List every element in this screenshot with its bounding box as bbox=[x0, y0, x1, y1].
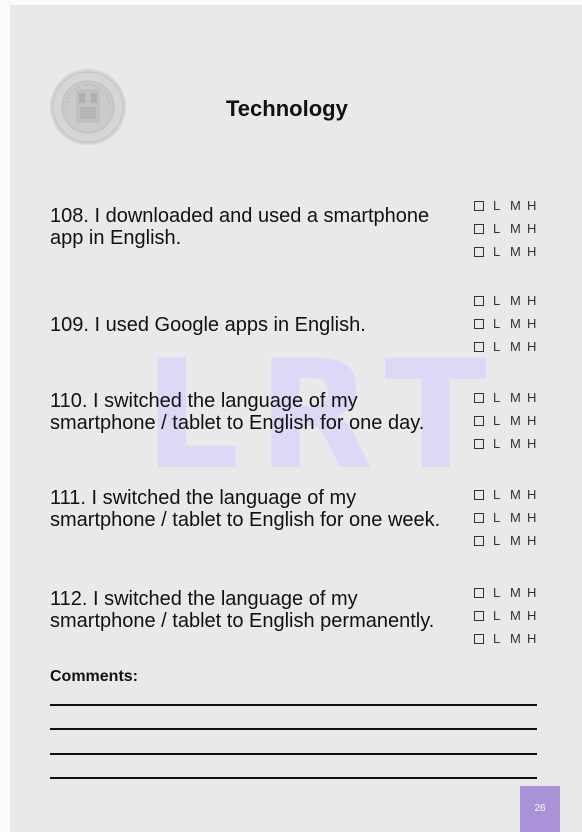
level-option-row[interactable]: LMH bbox=[465, 627, 575, 650]
level-medium-label: M bbox=[510, 221, 521, 236]
level-low-label: L bbox=[493, 244, 501, 259]
comment-line[interactable] bbox=[50, 777, 537, 779]
level-option-row[interactable]: LMH bbox=[465, 194, 575, 217]
level-low-label: L bbox=[493, 221, 501, 236]
checkbox[interactable] bbox=[474, 610, 484, 621]
level-low-label: L bbox=[493, 316, 501, 331]
checkbox[interactable] bbox=[474, 535, 484, 546]
level-option-row[interactable]: LMH bbox=[465, 312, 575, 335]
level-option-row[interactable]: LMH bbox=[465, 604, 575, 627]
level-medium-label: M bbox=[510, 339, 521, 354]
level-low-label: L bbox=[493, 436, 501, 451]
comment-line[interactable] bbox=[50, 728, 537, 730]
checkbox[interactable] bbox=[474, 200, 484, 211]
level-high-label: H bbox=[527, 293, 537, 308]
level-low-label: L bbox=[493, 510, 501, 525]
document-page: LRT Technology 108. I downloaded and use… bbox=[10, 5, 582, 832]
level-medium-label: M bbox=[510, 631, 521, 646]
level-high-label: H bbox=[527, 608, 537, 623]
level-option-row[interactable]: LMH bbox=[465, 432, 575, 455]
level-option-row[interactable]: LMH bbox=[465, 289, 575, 312]
level-high-label: H bbox=[527, 221, 537, 236]
level-medium-label: M bbox=[510, 608, 521, 623]
level-medium-label: M bbox=[510, 293, 521, 308]
level-high-label: H bbox=[527, 244, 537, 259]
level-medium-label: M bbox=[510, 436, 521, 451]
level-low-label: L bbox=[493, 198, 501, 213]
level-medium-label: M bbox=[510, 487, 521, 502]
level-checkbox-group: LMH LMH LMH bbox=[465, 289, 575, 358]
checkbox[interactable] bbox=[474, 587, 484, 598]
level-low-label: L bbox=[493, 339, 501, 354]
question-text: 110. I switched the language of my smart… bbox=[50, 390, 425, 434]
checkbox[interactable] bbox=[474, 318, 484, 329]
level-high-label: H bbox=[527, 585, 537, 600]
level-high-label: H bbox=[527, 413, 537, 428]
level-option-row[interactable]: LMH bbox=[465, 386, 575, 409]
comment-line[interactable] bbox=[50, 753, 537, 755]
level-option-row[interactable]: LMH bbox=[465, 581, 575, 604]
checkbox[interactable] bbox=[474, 223, 484, 234]
question-item: 109. I used Google apps in English. bbox=[50, 314, 450, 336]
comments-label: Comments: bbox=[50, 668, 139, 685]
level-high-label: H bbox=[527, 631, 537, 646]
level-low-label: L bbox=[493, 390, 501, 405]
level-option-row[interactable]: LMH bbox=[465, 529, 575, 552]
level-high-label: H bbox=[527, 510, 537, 525]
level-low-label: L bbox=[493, 533, 501, 548]
checkbox[interactable] bbox=[474, 295, 484, 306]
level-medium-label: M bbox=[510, 413, 521, 428]
level-medium-label: M bbox=[510, 510, 521, 525]
checkbox[interactable] bbox=[474, 633, 484, 644]
level-option-row[interactable]: LMH bbox=[465, 409, 575, 432]
level-medium-label: M bbox=[510, 198, 521, 213]
question-text: 109. I used Google apps in English. bbox=[50, 314, 366, 336]
level-high-label: H bbox=[527, 533, 537, 548]
level-option-row[interactable]: LMH bbox=[465, 217, 575, 240]
university-seal-icon bbox=[48, 67, 128, 147]
checkbox[interactable] bbox=[474, 341, 484, 352]
level-high-label: H bbox=[527, 487, 537, 502]
question-item: 111. I switched the language of my smart… bbox=[50, 487, 450, 531]
checkbox[interactable] bbox=[474, 489, 484, 500]
level-checkbox-group: LMH LMH LMH bbox=[465, 581, 575, 650]
level-low-label: L bbox=[493, 487, 501, 502]
level-checkbox-group: LMH LMH LMH bbox=[465, 194, 575, 263]
level-high-label: H bbox=[527, 198, 537, 213]
level-medium-label: M bbox=[510, 390, 521, 405]
level-low-label: L bbox=[493, 608, 501, 623]
level-option-row[interactable]: LMH bbox=[465, 335, 575, 358]
checkbox[interactable] bbox=[474, 246, 484, 257]
checkbox[interactable] bbox=[474, 438, 484, 449]
comment-line[interactable] bbox=[50, 704, 537, 706]
checkbox[interactable] bbox=[474, 415, 484, 426]
level-medium-label: M bbox=[510, 316, 521, 331]
level-checkbox-group: LMH LMH LMH bbox=[465, 483, 575, 552]
question-text: 112. I switched the language of my smart… bbox=[50, 588, 435, 632]
question-item: 110. I switched the language of my smart… bbox=[50, 390, 450, 434]
question-text: 108. I downloaded and used a smartphone … bbox=[50, 205, 430, 249]
level-medium-label: M bbox=[510, 585, 521, 600]
level-medium-label: M bbox=[510, 244, 521, 259]
question-item: 112. I switched the language of my smart… bbox=[50, 588, 450, 632]
page-title: Technology bbox=[226, 96, 348, 121]
question-text: 111. I switched the language of my smart… bbox=[50, 487, 441, 531]
page-number-badge: 26 bbox=[520, 786, 560, 832]
level-low-label: L bbox=[493, 413, 501, 428]
level-low-label: L bbox=[493, 585, 501, 600]
level-high-label: H bbox=[527, 339, 537, 354]
checkbox[interactable] bbox=[474, 512, 484, 523]
level-high-label: H bbox=[527, 436, 537, 451]
level-checkbox-group: LMH LMH LMH bbox=[465, 386, 575, 455]
checkbox[interactable] bbox=[474, 392, 484, 403]
level-high-label: H bbox=[527, 316, 537, 331]
level-medium-label: M bbox=[510, 533, 521, 548]
question-item: 108. I downloaded and used a smartphone … bbox=[50, 205, 450, 249]
level-low-label: L bbox=[493, 631, 501, 646]
level-option-row[interactable]: LMH bbox=[465, 506, 575, 529]
level-option-row[interactable]: LMH bbox=[465, 483, 575, 506]
level-low-label: L bbox=[493, 293, 501, 308]
level-option-row[interactable]: LMH bbox=[465, 240, 575, 263]
level-high-label: H bbox=[527, 390, 537, 405]
